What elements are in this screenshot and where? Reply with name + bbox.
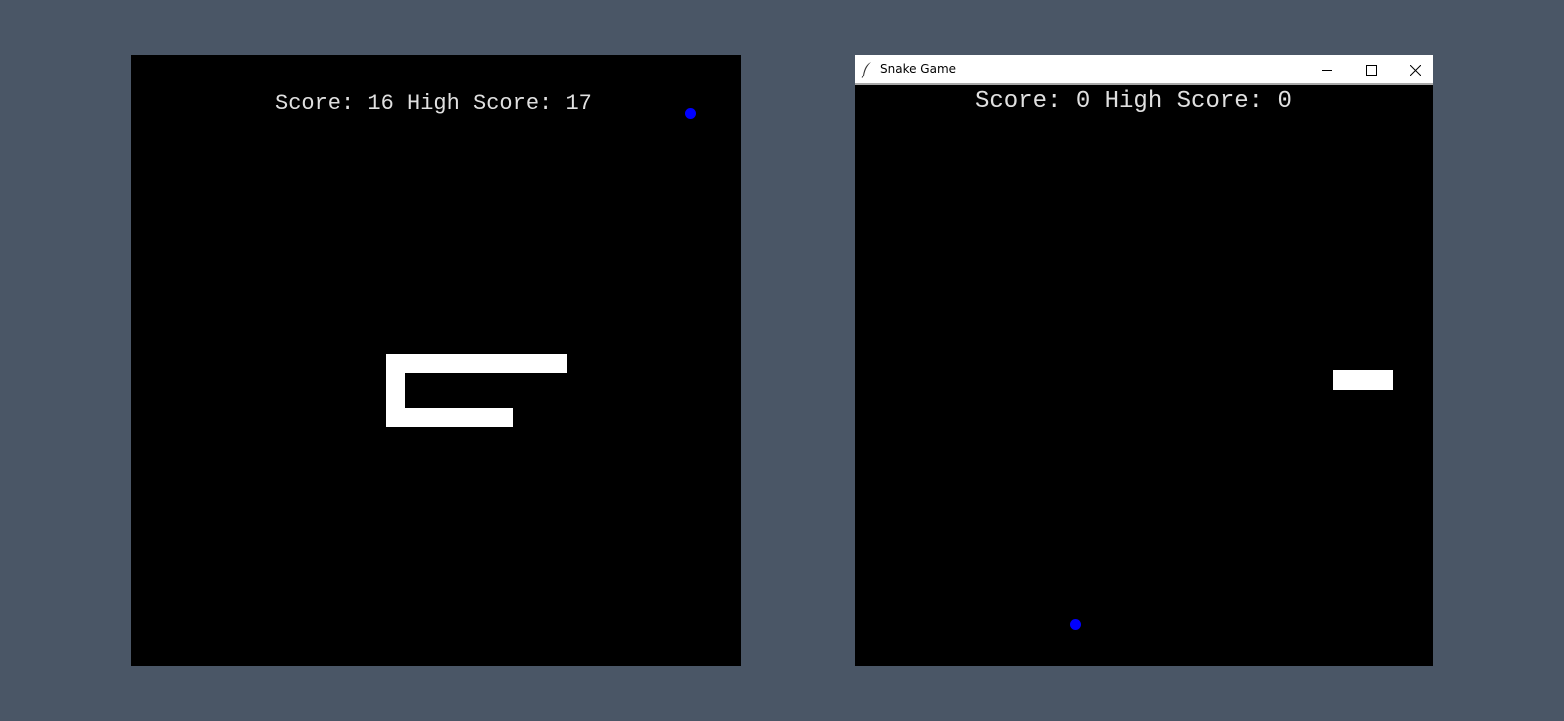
window-titlebar[interactable]: Snake Game: [855, 55, 1433, 85]
maximize-icon: [1365, 64, 1377, 76]
food-dot: [685, 108, 696, 119]
maximize-button[interactable]: [1349, 55, 1393, 85]
right-game-canvas: Score: 0 High Score: 0: [855, 87, 1433, 666]
snake-segment: [1333, 370, 1393, 390]
snake-segment: [386, 354, 567, 373]
snake-game-window: Snake Game Score: 0 High Score: 0: [855, 55, 1433, 666]
score-display: Score: 0 High Score: 0: [975, 88, 1292, 115]
score-display: Score: 16 High Score: 17: [275, 91, 592, 116]
snake-segment: [386, 408, 513, 427]
food-dot: [1070, 619, 1081, 630]
minimize-icon: [1321, 65, 1333, 76]
feather-icon: [861, 61, 873, 78]
left-game-canvas: Score: 16 High Score: 17: [131, 55, 741, 666]
close-button[interactable]: [1393, 55, 1433, 85]
close-icon: [1409, 64, 1421, 76]
minimize-button[interactable]: [1305, 55, 1349, 85]
window-title: Snake Game: [880, 62, 957, 76]
